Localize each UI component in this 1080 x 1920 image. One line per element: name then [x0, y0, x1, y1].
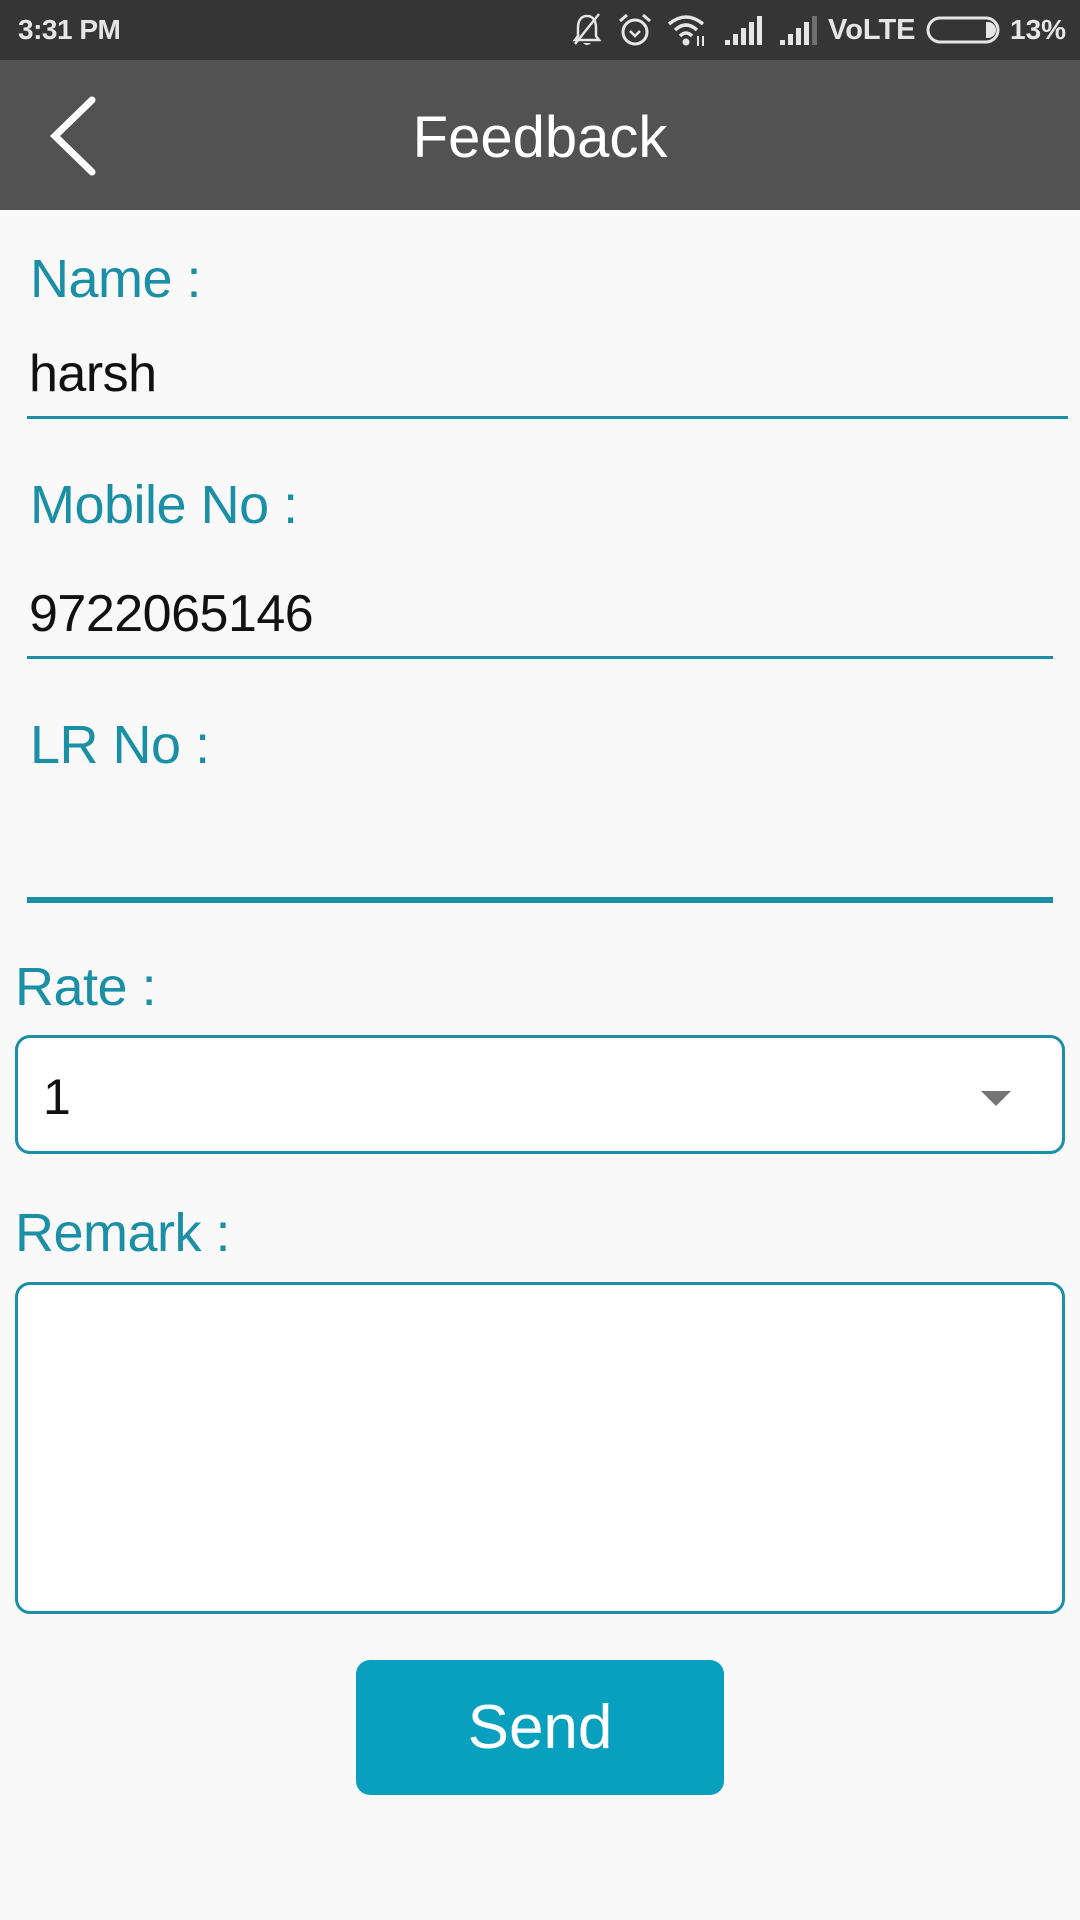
battery-icon [926, 16, 1002, 49]
name-underline [27, 416, 1068, 419]
signal-icon [723, 12, 763, 53]
lr-no-underline [27, 897, 1053, 903]
lr-no-label: LR No : [30, 715, 210, 775]
name-field[interactable]: harsh [29, 344, 157, 404]
rate-selected-value: 1 [43, 1069, 71, 1125]
send-button[interactable]: Send [356, 1660, 724, 1795]
lr-no-field[interactable] [27, 800, 1053, 895]
battery-percent: 13% [1010, 14, 1067, 45]
alarm-icon [617, 12, 653, 53]
rate-dropdown[interactable]: 1 [15, 1035, 1065, 1154]
mobile-underline [27, 656, 1053, 659]
wifi-icon [667, 12, 709, 53]
bell-off-icon [572, 12, 602, 53]
chevron-left-icon [30, 96, 120, 194]
status-time: 3:31 PM [18, 14, 121, 45]
page-title: Feedback [412, 105, 668, 170]
rate-label: Rate : [15, 957, 157, 1017]
signal-icon [778, 12, 818, 53]
network-type: VoLTE [828, 14, 916, 46]
dropdown-arrow-icon [981, 1091, 1011, 1106]
name-label: Name : [30, 249, 202, 309]
remark-label: Remark : [15, 1203, 231, 1263]
status-bar: 3:31 PM VoLTE 13% [0, 0, 1080, 60]
remark-textarea[interactable] [15, 1282, 1065, 1614]
app-bar: Feedback [0, 60, 1080, 210]
mobile-label: Mobile No : [30, 475, 298, 535]
mobile-field[interactable]: 9722065146 [29, 584, 314, 644]
